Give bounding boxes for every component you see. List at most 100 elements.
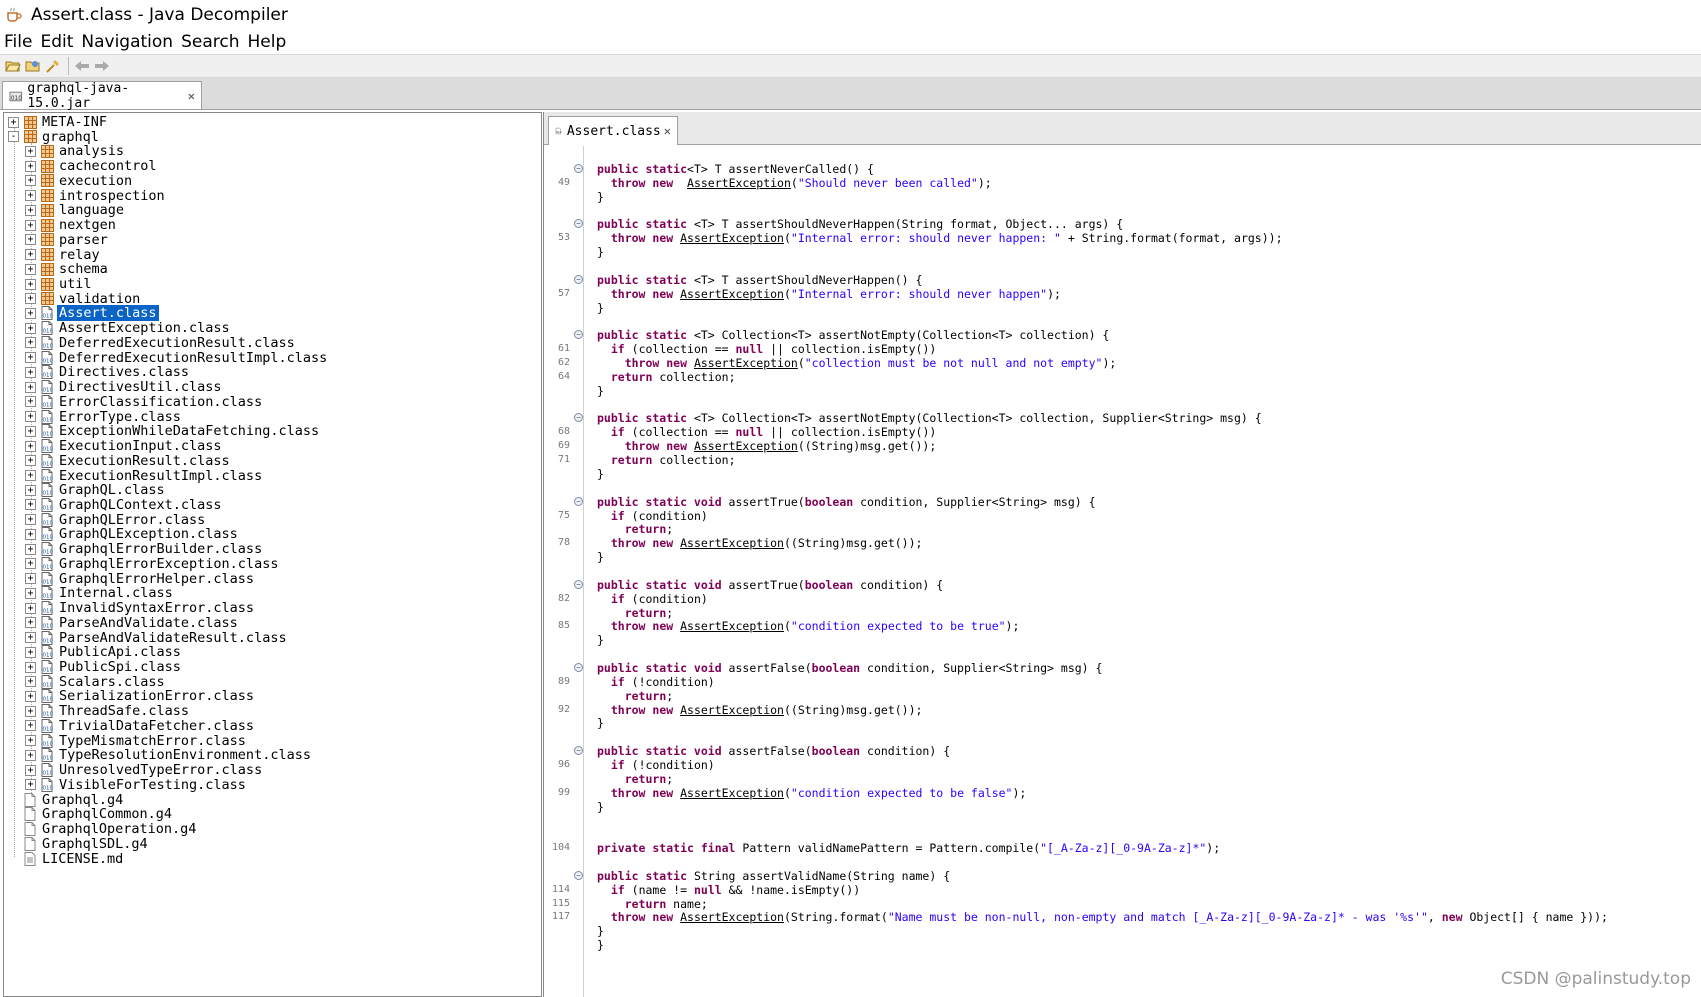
tree-item[interactable]: GraphqlSDL.g4 (8, 836, 150, 852)
tab-assert-class[interactable]: 010 Assert.class ✕ (548, 116, 678, 145)
fold-toggle-icon[interactable]: − (574, 330, 583, 340)
tree-item[interactable]: +010 PublicSpi.class (25, 659, 183, 675)
code-type-link[interactable]: AssertException (680, 619, 784, 633)
tree-item[interactable]: + relay (25, 247, 102, 263)
tree-item[interactable]: - graphql (8, 129, 101, 145)
expand-icon[interactable]: + (25, 543, 36, 555)
tree-item[interactable]: +010 GraphqlErrorBuilder.class (25, 541, 264, 557)
tree-item[interactable]: + util (25, 276, 94, 292)
expand-icon[interactable]: + (25, 337, 36, 349)
tree-item[interactable]: +010 ParseAndValidate.class (25, 615, 240, 631)
expand-icon[interactable]: + (25, 690, 36, 702)
expand-icon[interactable]: + (25, 720, 36, 732)
collapse-icon[interactable]: - (8, 131, 19, 143)
tree-item[interactable]: +010 Internal.class (25, 585, 175, 601)
code-type-link[interactable]: AssertException (680, 703, 784, 717)
expand-icon[interactable]: + (25, 676, 36, 688)
tree-item[interactable]: +010 ExecutionInput.class (25, 438, 224, 454)
code-type-link[interactable]: AssertException (680, 231, 784, 245)
expand-icon[interactable]: + (25, 764, 36, 776)
expand-icon[interactable]: + (25, 204, 36, 216)
expand-icon[interactable]: + (25, 440, 36, 452)
expand-icon[interactable]: + (25, 190, 36, 202)
tree-item[interactable]: +010 DeferredExecutionResultImpl.class (25, 350, 329, 366)
tree-item[interactable]: +010 VisibleForTesting.class (25, 777, 248, 793)
fold-toggle-icon[interactable]: − (574, 579, 583, 589)
expand-icon[interactable]: + (25, 617, 36, 629)
fold-toggle-icon[interactable]: − (574, 662, 583, 672)
tree-item[interactable]: + nextgen (25, 217, 118, 233)
back-icon[interactable] (73, 57, 91, 75)
tree-item[interactable]: +010 GraphQLError.class (25, 512, 207, 528)
expand-icon[interactable]: + (25, 263, 36, 275)
expand-icon[interactable]: + (25, 705, 36, 717)
tree-item[interactable]: +010 PublicApi.class (25, 644, 183, 660)
expand-icon[interactable]: + (25, 352, 36, 364)
tree-item[interactable]: +010 ParseAndValidateResult.class (25, 630, 289, 646)
expand-icon[interactable]: + (25, 602, 36, 614)
tree-item[interactable]: + META-INF (8, 114, 109, 130)
close-icon[interactable]: ✕ (664, 124, 671, 138)
tree-item[interactable]: + parser (25, 232, 110, 248)
tree-item[interactable]: + analysis (25, 143, 126, 159)
code-view[interactable]: −49−53−57−61 62 64−68 69 71−75 78−82 85−89 92−9… (544, 146, 1701, 997)
tree-item[interactable]: +010 DeferredExecutionResult.class (25, 335, 297, 351)
tree-item[interactable]: +010 GraphQL.class (25, 482, 167, 498)
expand-icon[interactable]: + (25, 779, 36, 791)
tree-item[interactable]: +010 TypeMismatchError.class (25, 733, 248, 749)
expand-icon[interactable]: + (25, 425, 36, 437)
expand-icon[interactable]: + (25, 145, 36, 157)
tree-item[interactable]: +010 TrivialDataFetcher.class (25, 718, 256, 734)
fold-toggle-icon[interactable]: − (574, 746, 583, 756)
code-type-link[interactable]: AssertException (680, 536, 784, 550)
tree-item[interactable]: +010 ExceptionWhileDataFetching.class (25, 423, 321, 439)
menu-navigation[interactable]: Navigation (81, 32, 173, 52)
tree-item[interactable]: +010 ErrorType.class (25, 409, 183, 425)
tree-item[interactable]: LICENSE.md (8, 851, 125, 867)
expand-icon[interactable]: + (25, 470, 36, 482)
expand-icon[interactable]: + (25, 307, 36, 319)
tree-item[interactable]: +010 GraphQLException.class (25, 526, 240, 542)
code-type-link[interactable]: AssertException (680, 910, 784, 924)
tree-item[interactable]: +010 GraphqlErrorHelper.class (25, 571, 256, 587)
tree-item[interactable]: +010 SerializationError.class (25, 688, 256, 704)
tree-item[interactable]: + introspection (25, 188, 167, 204)
tree-item[interactable]: +010 Assert.class (25, 305, 159, 322)
expand-icon[interactable]: + (25, 293, 36, 305)
tree-item[interactable]: +010 GraphQLContext.class (25, 497, 224, 513)
fold-toggle-icon[interactable]: − (574, 496, 583, 506)
open-type-icon[interactable] (24, 57, 42, 75)
menu-file[interactable]: File (4, 32, 32, 52)
tree-item[interactable]: + language (25, 202, 126, 218)
expand-icon[interactable]: + (25, 514, 36, 526)
expand-icon[interactable]: + (25, 411, 36, 423)
expand-icon[interactable]: + (25, 528, 36, 540)
tab-graphql-jar[interactable]: 010 graphql-java-15.0.jar ✕ (2, 81, 202, 111)
tree-item[interactable]: +010 ExecutionResultImpl.class (25, 468, 264, 484)
menu-search[interactable]: Search (181, 32, 239, 52)
expand-icon[interactable]: + (25, 632, 36, 644)
expand-icon[interactable]: + (25, 661, 36, 673)
tree-item[interactable]: +010 AssertException.class (25, 320, 232, 336)
tree-item[interactable]: +010 ErrorClassification.class (25, 394, 264, 410)
tree-item[interactable]: GraphqlCommon.g4 (8, 806, 174, 822)
tree-item[interactable]: GraphqlOperation.g4 (8, 821, 198, 837)
code-type-link[interactable]: AssertException (680, 786, 784, 800)
tree-item[interactable]: +010 GraphqlErrorException.class (25, 556, 280, 572)
close-icon[interactable]: ✕ (188, 89, 195, 103)
expand-icon[interactable]: + (8, 116, 19, 128)
fold-toggle-icon[interactable]: − (574, 164, 583, 173)
expand-icon[interactable]: + (25, 381, 36, 393)
tree-item[interactable]: +010 DirectivesUtil.class (25, 379, 224, 395)
code-type-link[interactable]: AssertException (694, 356, 798, 370)
tree-item[interactable]: +010 TypeResolutionEnvironment.class (25, 747, 313, 763)
tree-item[interactable]: + execution (25, 173, 134, 189)
tree-item[interactable]: Graphql.g4 (8, 792, 125, 808)
tree-item[interactable]: +010 Scalars.class (25, 674, 167, 690)
fold-toggle-icon[interactable]: − (574, 413, 583, 423)
expand-icon[interactable]: + (25, 160, 36, 172)
expand-icon[interactable]: + (25, 587, 36, 599)
search-icon[interactable] (44, 57, 62, 75)
open-file-icon[interactable] (4, 57, 22, 75)
expand-icon[interactable]: + (25, 396, 36, 408)
